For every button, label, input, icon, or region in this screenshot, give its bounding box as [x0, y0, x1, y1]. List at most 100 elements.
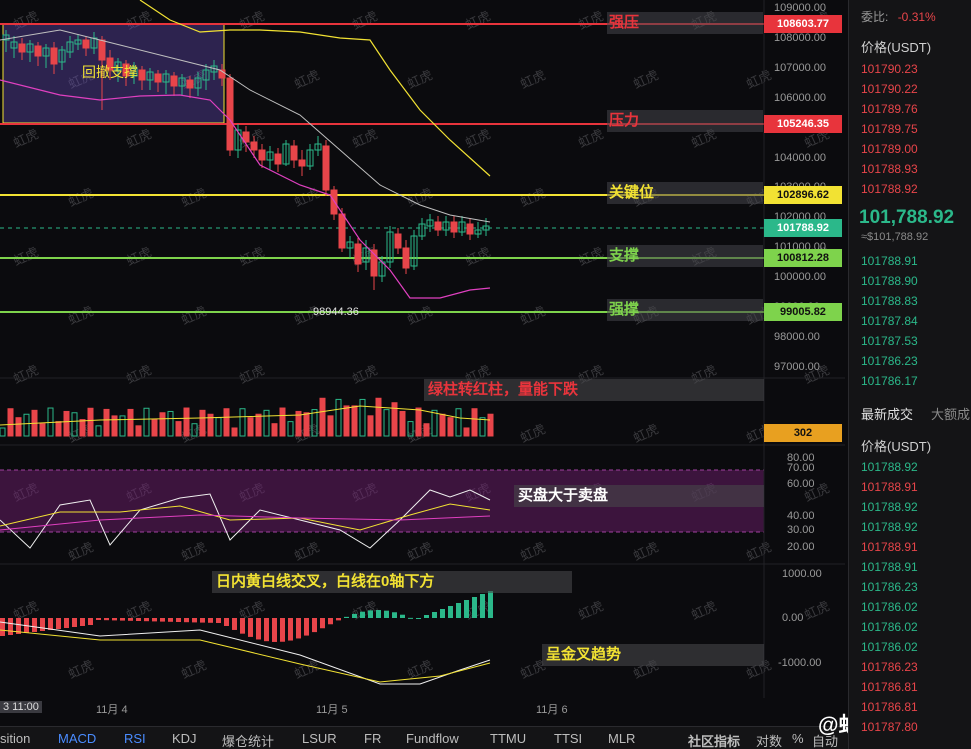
bid-price[interactable]: 101788.83 — [861, 294, 918, 308]
watermark-text: 虹虎 — [124, 126, 154, 151]
level-label-strong-support: 强撑 — [607, 299, 763, 321]
volume-bar — [87, 407, 94, 437]
macd-bar — [328, 618, 333, 625]
macd-bar — [80, 618, 85, 626]
volume-bar — [447, 417, 454, 437]
candle-body — [434, 221, 442, 231]
tab-community[interactable]: 社区指标 — [688, 731, 740, 749]
ask-price[interactable]: 101789.75 — [861, 122, 918, 136]
macd-bar — [376, 610, 381, 618]
watermark-text: 虹虎 — [66, 185, 96, 210]
candle-body — [322, 145, 330, 191]
macd-bar — [136, 618, 141, 621]
watermark-text: 虹虎 — [463, 8, 493, 33]
tab-kdj[interactable]: KDJ — [172, 731, 197, 746]
macd-bar — [320, 618, 325, 629]
ask-price[interactable]: 101789.00 — [861, 142, 918, 156]
order-book-header: 价格(USDT) — [861, 40, 932, 55]
volume-bar — [39, 423, 46, 437]
tab-position[interactable]: sition — [0, 731, 30, 746]
macd-bar — [104, 618, 109, 621]
price-axis-label: 97000.00 — [774, 360, 820, 373]
price-tag-current: 101788.92 — [764, 219, 842, 237]
watermark-text: 虹虎 — [631, 539, 661, 564]
tab-latest-trades[interactable]: 最新成交 — [861, 404, 913, 423]
trade-price: 101786.02 — [861, 620, 918, 634]
price-axis-label: 108000.00 — [774, 31, 826, 44]
tab-macd[interactable]: MACD — [58, 731, 96, 746]
volume-bar — [399, 410, 406, 437]
macd-bar — [272, 618, 277, 642]
macd-bar — [240, 618, 245, 634]
bid-price[interactable]: 101786.17 — [861, 374, 918, 388]
watermark-text: 虹虎 — [179, 303, 209, 328]
tab-ttsi[interactable]: TTSI — [554, 731, 582, 746]
price-tag-support: 100812.28 — [764, 249, 842, 267]
watermark-text: 虹虎 — [124, 362, 154, 387]
candle-body — [354, 243, 362, 265]
tab-lsur[interactable]: LSUR — [302, 731, 337, 746]
ask-price[interactable]: 101790.22 — [861, 82, 918, 96]
volume-bar — [215, 417, 222, 437]
tab-fr[interactable]: FR — [364, 731, 381, 746]
macd-bar — [96, 618, 101, 620]
tab-liquidation[interactable]: 爆仓统计 — [222, 731, 274, 749]
bid-price[interactable]: 101788.90 — [861, 274, 918, 288]
macd-bar — [464, 600, 469, 618]
volume-bar — [103, 408, 110, 437]
volume-bar — [263, 409, 270, 437]
rsi-note: 买盘大于卖盘 — [514, 485, 764, 507]
ask-price[interactable]: 101788.92 — [861, 182, 918, 196]
watermark-text: 虹虎 — [237, 244, 267, 269]
volume-bar — [199, 409, 206, 437]
macd-bar — [72, 618, 77, 627]
macd-bar — [128, 618, 133, 621]
macd-bar — [120, 618, 125, 621]
bid-price[interactable]: 101787.84 — [861, 314, 918, 328]
macd-bar — [256, 618, 261, 640]
volume-bar — [95, 425, 102, 437]
price-axis-label: 104000.00 — [774, 151, 826, 164]
volume-bar — [335, 398, 342, 437]
watermark-text: 虹虎 — [518, 185, 548, 210]
volume-bar — [127, 408, 134, 437]
ask-price[interactable]: 101789.76 — [861, 102, 918, 116]
tab-percent[interactable]: % — [792, 731, 804, 746]
tab-large-trades[interactable]: 大额成 — [931, 404, 970, 423]
ask-price[interactable]: 101788.93 — [861, 162, 918, 176]
macd-bar — [488, 591, 493, 618]
ratio-row: 委比: -0.31% — [861, 8, 936, 25]
watermark-text: 虹虎 — [689, 598, 719, 623]
macd-bar — [352, 613, 357, 618]
price-tag-strong-resistance: 108603.77 — [764, 15, 842, 33]
volume-bar — [159, 412, 166, 437]
watermark-text: 虹虎 — [405, 539, 435, 564]
candle-body — [466, 223, 474, 235]
candle-body — [138, 69, 146, 81]
volume-bar — [23, 413, 30, 437]
volume-value-tag: 302 — [764, 424, 842, 442]
volume-bar — [143, 407, 150, 437]
volume-bar — [415, 407, 422, 437]
watermark-text: 虹虎 — [744, 539, 774, 564]
volume-bar — [231, 427, 238, 437]
candle-body — [18, 43, 26, 53]
watermark-text: 虹虎 — [350, 598, 380, 623]
chart-canvas[interactable]: 虹虎 虹虎 虹虎 虹虎 虹虎 虹虎虹虎 虹虎 虹虎 虹虎 虹虎虹虎 虹虎 虹虎 虹虎 虹虎 虹虎 虹虎 虹虎虹虎… — [0, 0, 845, 717]
bid-price[interactable]: 101786.23 — [861, 354, 918, 368]
chart-area[interactable]: 虹虎 虹虎 虹虎 虹虎 虹虎 虹虎 虹虎 虹虎 虹虎 虹虎 虹虎 虹虎 虹虎 虹虎 虹虎 虹虎 虹虎 虹虎 虹虎 虹虎… — [0, 0, 845, 717]
macd-bar — [456, 603, 461, 618]
volume-bar — [279, 407, 286, 437]
bid-price[interactable]: 101788.91 — [861, 254, 918, 268]
ask-price[interactable]: 101790.23 — [861, 62, 918, 76]
tab-mlr[interactable]: MLR — [608, 731, 635, 746]
tab-fundflow[interactable]: Fundflow — [406, 731, 459, 746]
candle-body — [98, 39, 106, 61]
tab-ttmu[interactable]: TTMU — [490, 731, 526, 746]
watermark-text: 虹虎 — [350, 126, 380, 151]
bid-price[interactable]: 101787.53 — [861, 334, 918, 348]
tab-rsi[interactable]: RSI — [124, 731, 146, 746]
watermark-text: 虹虎 — [237, 362, 267, 387]
tab-log[interactable]: 对数 — [756, 731, 782, 749]
price-tag-strong-support: 99005.82 — [764, 303, 842, 321]
